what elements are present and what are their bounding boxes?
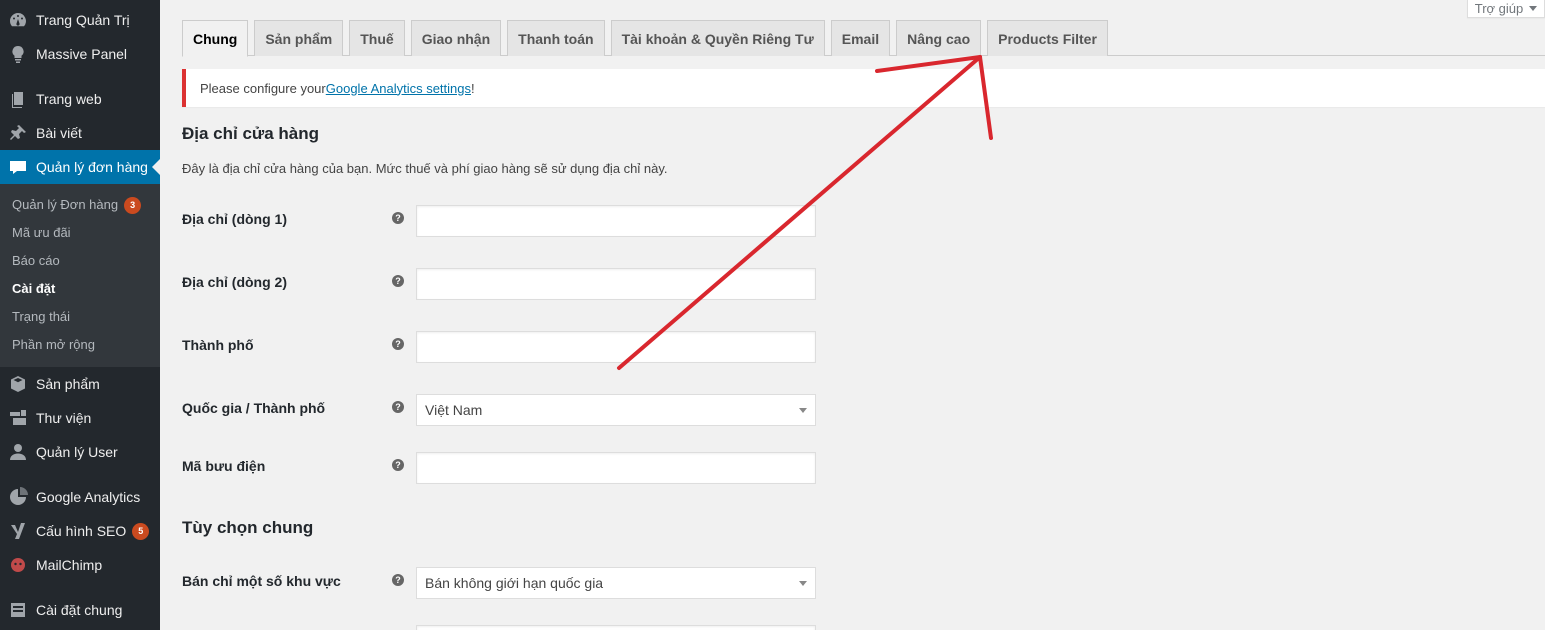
- settings-tabs: Chung Sản phẩm Thuế Giao nhận Thanh toán…: [182, 20, 1114, 57]
- woo-icon: [0, 157, 36, 177]
- menu-label: Bài viết: [36, 125, 82, 141]
- store-address-description: Đây là địa chỉ cửa hàng của bạn. Mức thu…: [182, 161, 668, 176]
- help-tab-label: Trợ giúp: [1474, 1, 1524, 16]
- sell-to-select[interactable]: Bán không giới hạn quốc gia: [416, 567, 816, 599]
- menu-item-media[interactable]: Thư viện: [0, 401, 160, 435]
- user-icon: [0, 442, 36, 462]
- submenu-label: Trạng thái: [12, 309, 71, 324]
- tab-email[interactable]: Email: [830, 20, 891, 56]
- postcode-label: Mã bưu điện: [182, 458, 266, 474]
- menu-label: Google Analytics: [36, 489, 141, 505]
- tab-advanced[interactable]: Nâng cao: [896, 20, 982, 56]
- menu-label: MailChimp: [36, 557, 103, 573]
- dropdown-arrow-icon: [799, 581, 807, 586]
- notice-suffix: !: [471, 80, 475, 96]
- help-tab-button[interactable]: Trợ giúp: [1467, 0, 1545, 18]
- box-icon: [0, 374, 36, 394]
- submenu-label: Cài đặt: [12, 281, 56, 296]
- submenu-status[interactable]: Trạng thái: [12, 307, 70, 327]
- dashboard-icon: [0, 10, 36, 30]
- tab-products[interactable]: Sản phẩm: [254, 20, 344, 56]
- lightbulb-icon: [0, 44, 36, 64]
- mailchimp-icon: [0, 555, 36, 575]
- submenu-label: Quản lý Đơn hàng: [12, 197, 119, 212]
- media-icon: [0, 408, 36, 428]
- menu-item-products[interactable]: Sản phẩm: [0, 367, 160, 401]
- menu-label: Quản lý đơn hàng: [36, 159, 148, 175]
- postcode-input[interactable]: [416, 452, 816, 484]
- tab-shipping[interactable]: Giao nhận: [410, 20, 502, 56]
- submenu-coupons[interactable]: Mã ưu đãi: [12, 223, 71, 243]
- admin-sidebar: Trang Quản Trị Massive Panel Trang web B…: [0, 0, 160, 630]
- help-tip-icon[interactable]: ?: [392, 459, 404, 471]
- help-tip-icon[interactable]: ?: [392, 574, 404, 586]
- store-address-title: Địa chỉ cửa hàng: [182, 124, 320, 143]
- menu-item-pages[interactable]: Trang web: [0, 82, 160, 116]
- tab-payments[interactable]: Thanh toán: [507, 20, 605, 56]
- address2-input[interactable]: [416, 268, 816, 300]
- next-field-input[interactable]: [416, 625, 816, 630]
- menu-label: Massive Panel: [36, 46, 128, 62]
- menu-item-settings[interactable]: Cài đặt chung: [0, 593, 160, 627]
- menu-item-google-analytics[interactable]: Google Analytics: [0, 480, 160, 514]
- notice-prefix: Please configure your: [200, 80, 326, 96]
- help-tip-icon[interactable]: ?: [392, 275, 404, 287]
- settings-icon: [0, 600, 36, 620]
- submenu-label: Báo cáo: [12, 253, 60, 268]
- menu-label: Trang Quản Trị: [36, 12, 130, 28]
- analytics-notice: Please configure your Google Analytics s…: [182, 69, 1545, 107]
- address1-label: Địa chỉ (dòng 1): [182, 211, 287, 227]
- tab-accounts-privacy[interactable]: Tài khoản & Quyền Riêng Tư: [610, 20, 825, 56]
- menu-item-dashboard[interactable]: Trang Quản Trị: [0, 3, 160, 37]
- city-label: Thành phố: [182, 337, 254, 353]
- menu-label: Trang web: [36, 91, 102, 107]
- dropdown-arrow-icon: [799, 408, 807, 413]
- help-tip-icon[interactable]: ?: [392, 212, 404, 224]
- submenu-settings[interactable]: Cài đặt: [12, 279, 55, 299]
- chevron-down-icon: [1529, 6, 1538, 11]
- help-tip-icon[interactable]: ?: [392, 338, 404, 350]
- general-options-title: Tùy chọn chung: [182, 518, 314, 537]
- city-input[interactable]: [416, 331, 816, 363]
- country-selected-value: Việt Nam: [425, 402, 483, 418]
- orders-count-badge: 3: [124, 196, 142, 214]
- sell-to-selected-value: Bán không giới hạn quốc gia: [425, 575, 604, 591]
- submenu-reports[interactable]: Báo cáo: [12, 251, 60, 271]
- menu-item-mailchimp[interactable]: MailChimp: [0, 548, 160, 582]
- help-tip-icon[interactable]: ?: [392, 401, 404, 413]
- menu-item-massive-panel[interactable]: Massive Panel: [0, 37, 160, 71]
- seo-notification-badge: 5: [132, 522, 150, 540]
- menu-item-woocommerce[interactable]: Quản lý đơn hàng: [0, 150, 160, 184]
- menu-item-posts[interactable]: Bài viết: [0, 116, 160, 150]
- yoast-icon: [0, 521, 36, 541]
- menu-label: Quản lý User: [36, 444, 118, 460]
- submenu-label: Mã ưu đãi: [12, 225, 71, 240]
- pages-icon: [0, 89, 36, 109]
- address2-label: Địa chỉ (dòng 2): [182, 274, 287, 290]
- menu-label: Cấu hình SEO: [36, 523, 127, 539]
- analytics-settings-link[interactable]: Google Analytics settings: [326, 81, 471, 96]
- submenu-extensions[interactable]: Phần mở rộng: [12, 335, 95, 355]
- sell-to-label: Bán chỉ một số khu vực: [182, 573, 341, 589]
- tab-products-filter[interactable]: Products Filter: [987, 20, 1108, 56]
- address1-input[interactable]: [416, 205, 816, 237]
- tab-tax[interactable]: Thuế: [349, 20, 405, 56]
- country-label: Quốc gia / Thành phố: [182, 400, 326, 416]
- tab-general[interactable]: Chung: [182, 20, 249, 57]
- menu-item-users[interactable]: Quản lý User: [0, 435, 160, 469]
- analytics-icon: [0, 487, 36, 507]
- pin-icon: [0, 123, 36, 143]
- menu-item-seo[interactable]: Cấu hình SEO 5: [0, 514, 160, 548]
- country-select[interactable]: Việt Nam: [416, 394, 816, 426]
- menu-label: Sản phẩm: [36, 376, 100, 392]
- submenu-label: Phần mở rộng: [12, 337, 95, 352]
- menu-label: Cài đặt chung: [36, 602, 123, 618]
- menu-label: Thư viện: [36, 410, 92, 426]
- submenu-orders[interactable]: Quản lý Đơn hàng 3: [12, 195, 142, 215]
